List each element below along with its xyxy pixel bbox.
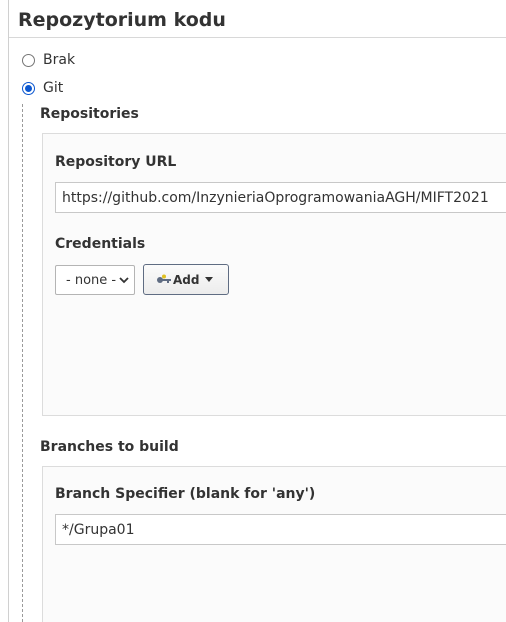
radio-none[interactable] [22, 53, 35, 67]
caret-down-icon [205, 277, 214, 282]
credentials-select-value: - none - [66, 272, 117, 288]
credentials-select[interactable]: - none - [55, 265, 135, 295]
radio-none-label: Brak [43, 52, 76, 68]
radio-git[interactable] [22, 81, 35, 95]
add-credentials-button[interactable]: Add [143, 264, 229, 295]
key-icon [157, 274, 171, 283]
chevron-down-icon [119, 277, 129, 284]
scm-option-git[interactable]: Git [22, 79, 63, 97]
section-title: Repozytorium kodu [18, 9, 226, 31]
repository-url-input[interactable]: https://github.com/InzynieriaOprogramowa… [55, 182, 506, 213]
branch-specifier-input[interactable]: */Grupa01 [55, 514, 506, 545]
radio-git-label: Git [43, 80, 64, 96]
credentials-label: Credentials [55, 236, 146, 252]
title-divider [9, 37, 506, 38]
branch-specifier-label: Branch Specifier (blank for 'any') [55, 486, 316, 502]
repositories-heading: Repositories [40, 106, 139, 122]
git-section-guide [22, 104, 23, 622]
add-credentials-label: Add [173, 272, 200, 287]
branches-heading: Branches to build [40, 439, 179, 455]
outer-divider [8, 0, 9, 622]
scm-config-page: Repozytorium kodu Brak Git Repositories … [0, 0, 506, 622]
repository-url-label: Repository URL [55, 154, 177, 170]
scm-option-none[interactable]: Brak [22, 51, 75, 69]
